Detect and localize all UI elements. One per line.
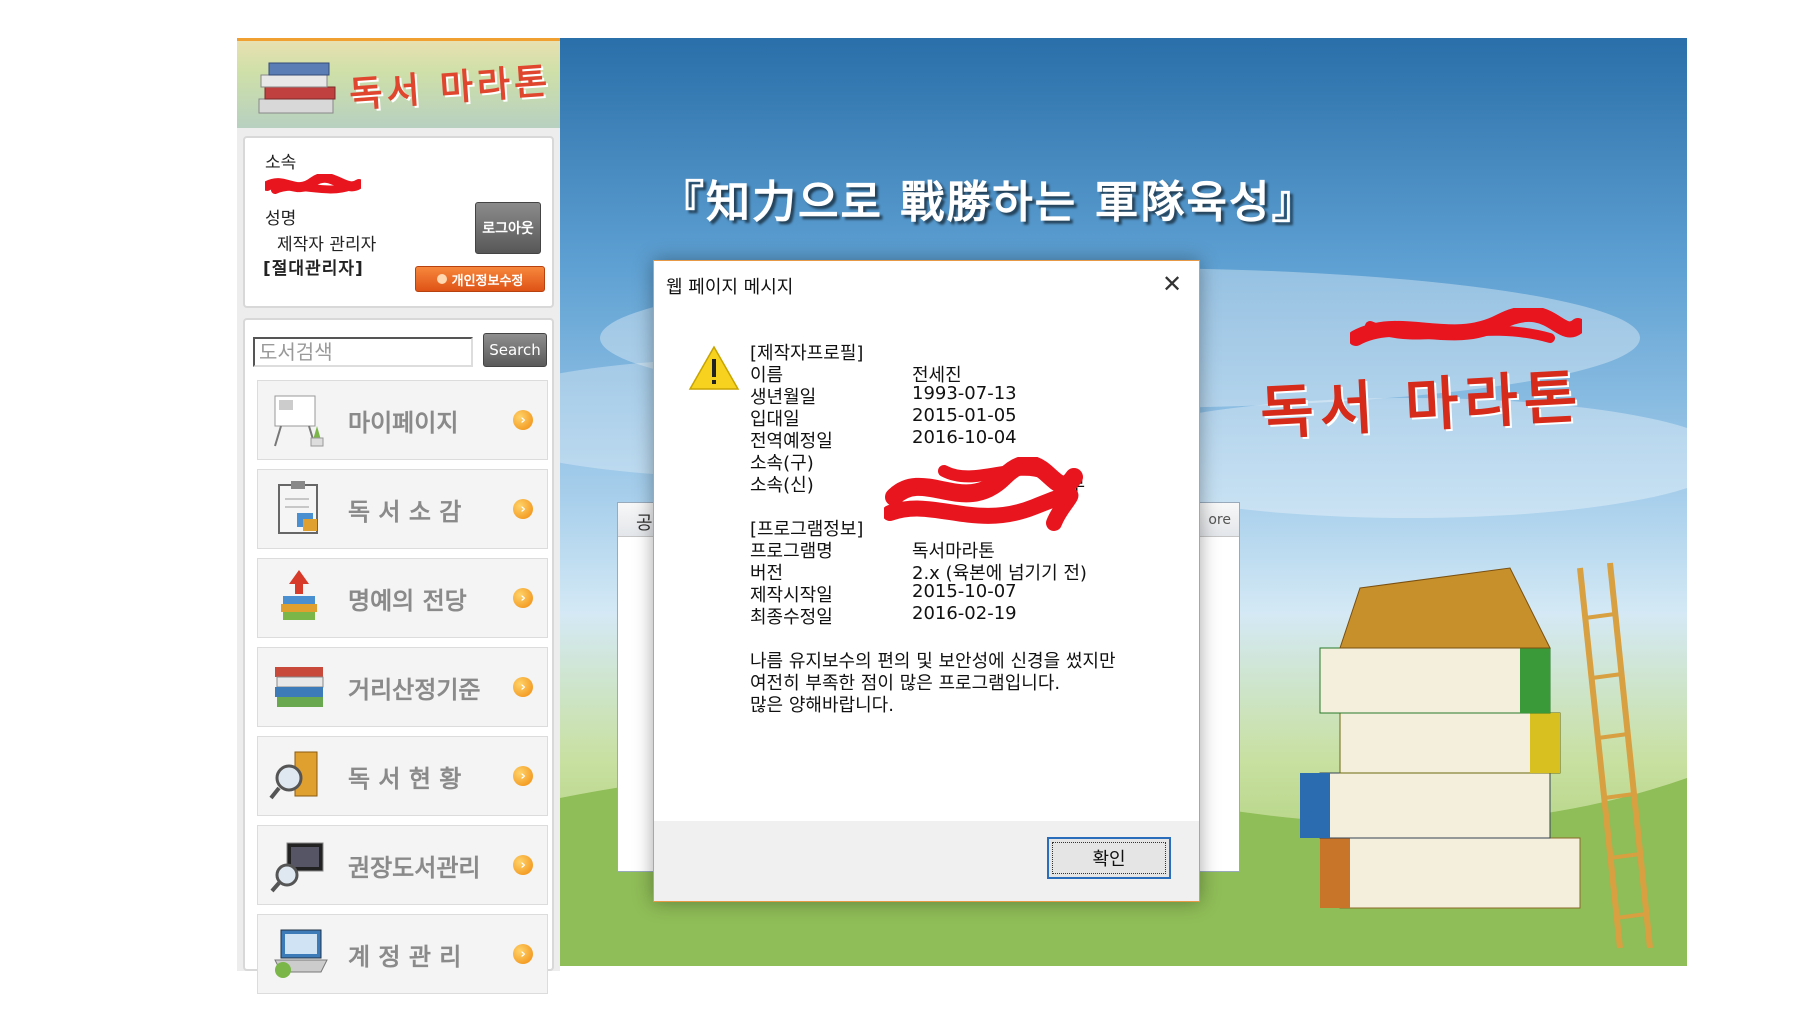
name-label: 성명 [265,209,297,229]
user-info-box: 소속 성명 제작자 관리자 [절대관리자] 로그아웃 개인정보수정 [243,136,554,308]
program-value: 2016-02-19 [912,603,1017,624]
menu-item-mypage[interactable]: 마이페이지 › [257,380,548,460]
chevron-right-icon: › [513,766,533,786]
sidebar: 독서 마라톤 소속 성명 제작자 관리자 [절대관리자] 로그아웃 개인정보수정… [237,38,560,994]
redaction-scribble [1350,308,1582,346]
profile-key: 소속(신) [750,475,814,496]
profile-value: 2016-10-04 [912,427,1017,448]
redaction-scribble [265,174,361,194]
menu-box: Search 마이페이지 › 독 서 소 감 › 명예의 전당 › [243,318,554,994]
clipboard-icon [264,474,334,544]
trophy-books-icon [264,563,334,633]
sidebar-logo-title: 독서 마라톤 [347,59,553,116]
chevron-right-icon: › [513,944,533,964]
affiliation-label: 소속 [265,153,297,173]
chevron-right-icon: › [513,410,533,430]
chevron-right-icon: › [513,677,533,697]
role-value: [절대관리자] [263,259,364,279]
sidebar-logo[interactable]: 독서 마라톤 [237,38,560,128]
books-logo-icon [258,62,336,114]
menu-item-account-management[interactable]: 계 정 관 리 › [257,914,548,994]
menu-label: 마이페이지 [348,408,459,437]
magnifier-door-icon [264,741,334,811]
logout-button[interactable]: 로그아웃 [475,202,541,254]
banner-logo-title: 독서 마라톤 [1258,362,1585,448]
laptop-icon [264,919,334,989]
menu-item-distance-criteria[interactable]: 거리산정기준 › [257,647,548,727]
menu-item-hall-of-fame[interactable]: 명예의 전당 › [257,558,548,638]
redaction-scribble [884,457,1083,531]
menu-label: 거리산정기준 [348,675,481,704]
menu-label: 명예의 전당 [348,586,467,615]
profile-value: 2015-01-05 [912,405,1017,426]
menu-item-reading-status[interactable]: 독 서 현 황 › [257,736,548,816]
chevron-right-icon: › [513,588,533,608]
bullet-icon [436,274,447,284]
warning-icon [688,345,740,390]
menu-label: 권장도서관리 [348,853,481,882]
dialog-title: 웹 페이지 메시지 [666,277,794,298]
menu-label: 계 정 관 리 [348,942,462,971]
book-stack-ladder-illustration [1300,562,1653,949]
web-page-message-dialog: 웹 페이지 메시지 ✕ [제작자프로필] 이름 전세진 생년월일 1993-07… [653,260,1200,902]
name-value: 제작자 관리자 [277,235,377,255]
dialog-footer: 확인 [654,821,1199,901]
edit-profile-button[interactable]: 개인정보수정 [415,266,545,292]
chevron-right-icon: › [513,855,533,875]
profile-value: 1993-07-13 [912,383,1017,404]
banner-motto: 『知力으로 戰勝하는 軍隊육성』 [660,177,1318,228]
notice-more-link[interactable]: ore [1208,512,1231,528]
close-icon[interactable]: ✕ [1157,269,1187,299]
edit-profile-label: 개인정보수정 [451,273,524,289]
notice-title: 공 [636,513,653,534]
message-line: 많은 양해바랍니다. [750,695,894,716]
program-value: 2015-10-07 [912,581,1017,602]
chevron-right-icon: › [513,499,533,519]
easel-plant-icon [264,385,334,455]
menu-item-book-review[interactable]: 독 서 소 감 › [257,469,548,549]
monitor-magnifier-icon [264,830,334,900]
ok-button[interactable]: 확인 [1047,837,1171,879]
menu-label: 독 서 현 황 [348,764,462,793]
menu-label: 독 서 소 감 [348,497,462,526]
program-key: 최종수정일 [750,607,833,628]
book-search-input[interactable] [253,337,473,367]
book-stack-icon [264,652,334,722]
search-button[interactable]: Search [483,333,547,367]
menu-item-recommended-books[interactable]: 권장도서관리 › [257,825,548,905]
